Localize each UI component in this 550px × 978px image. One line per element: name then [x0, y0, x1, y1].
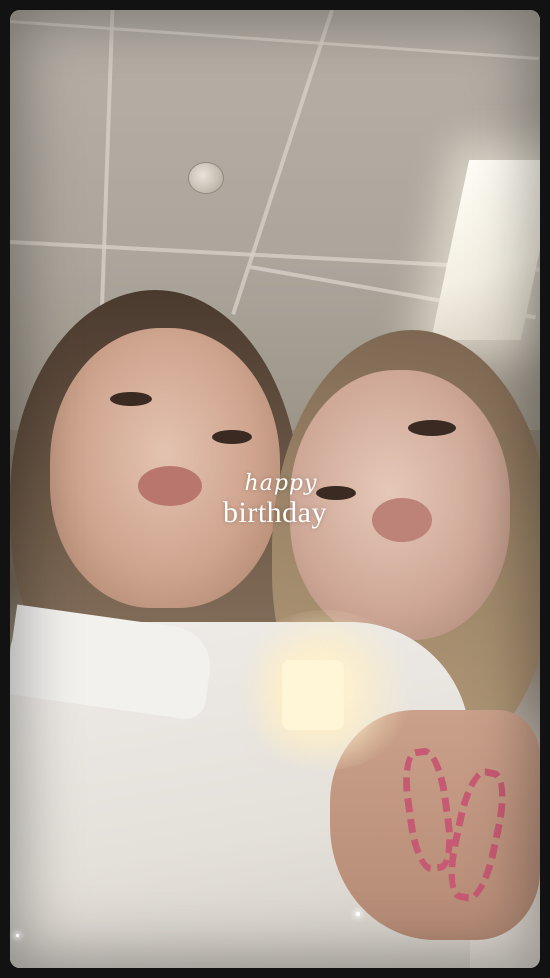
caption-birthday-text: birthday	[223, 496, 327, 529]
right-person-eye	[408, 420, 456, 436]
ceiling-sprinkler	[188, 162, 224, 194]
birthday-caption: happy birthday	[0, 472, 550, 530]
photo-frame: happy birthday	[0, 0, 550, 978]
left-person-eye	[212, 430, 252, 444]
lamp-light	[282, 660, 344, 730]
sparkle-decoration	[356, 912, 360, 916]
caption-happy-text: happy	[244, 471, 318, 496]
sparkle-decoration	[16, 934, 19, 937]
left-person-eye	[110, 392, 152, 406]
